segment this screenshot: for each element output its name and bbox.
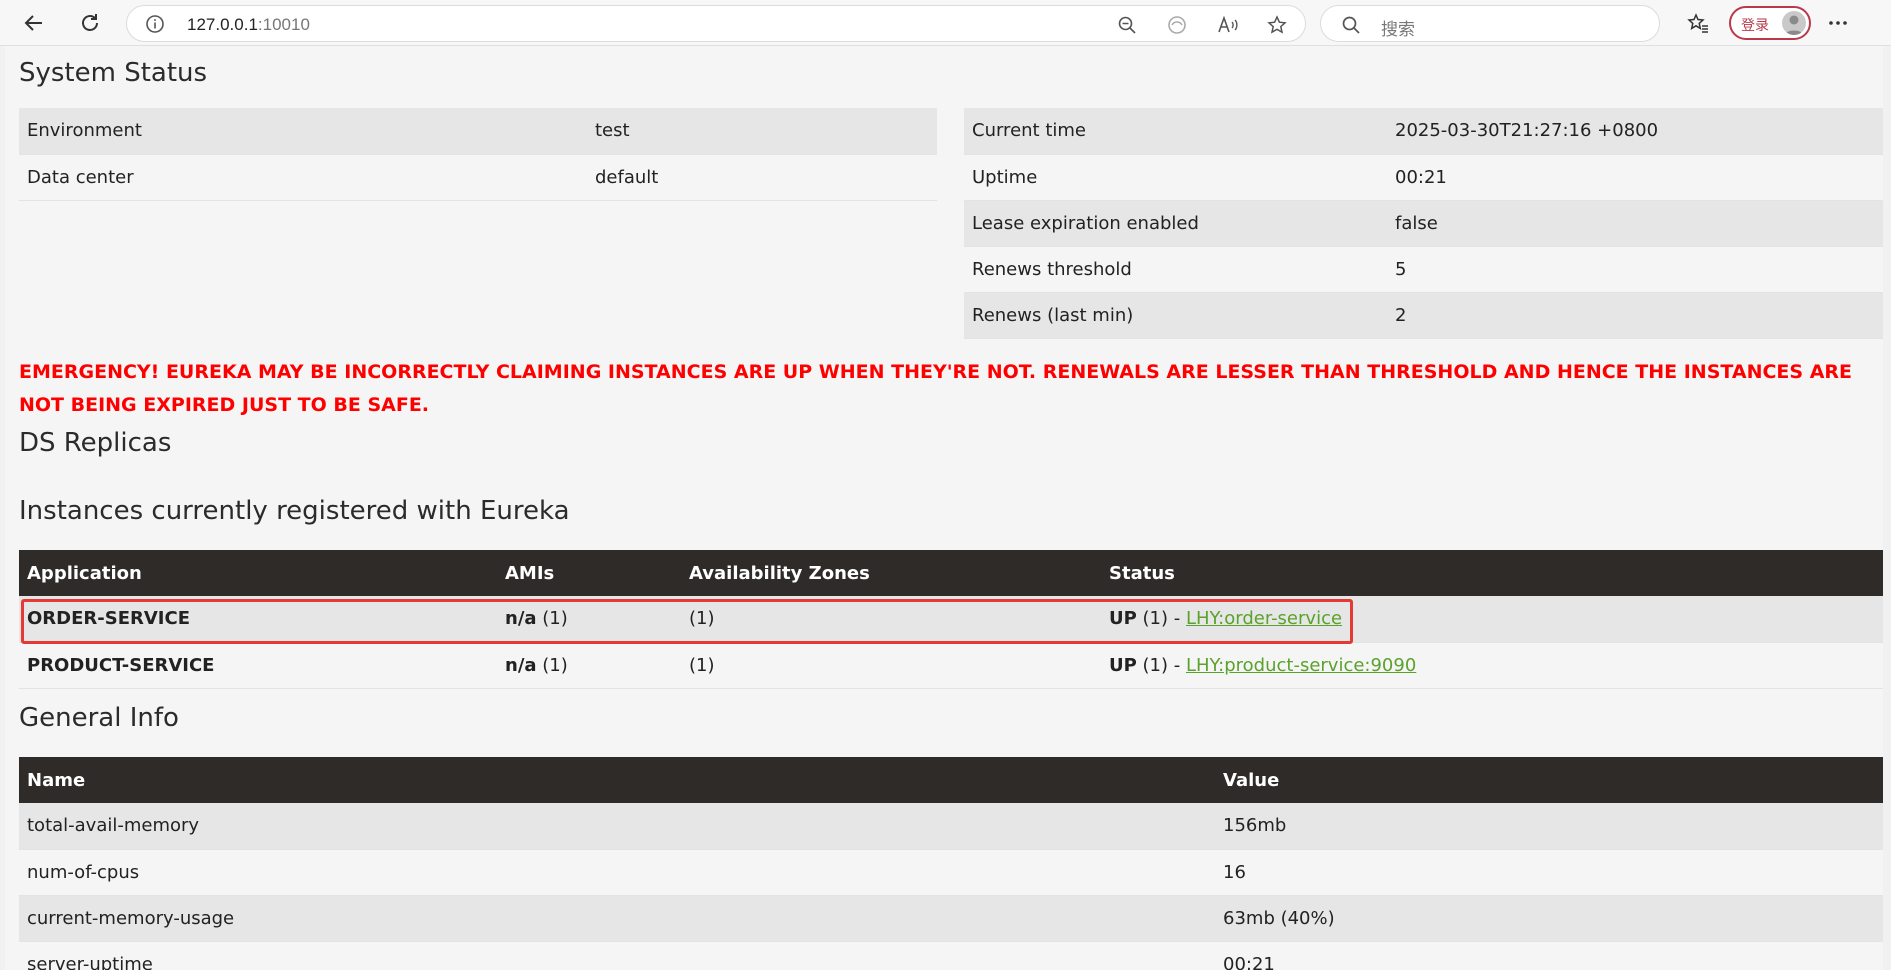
value-cell: 2: [1387, 292, 1883, 339]
name-cell: current-memory-usage: [19, 895, 1215, 942]
name-cell: total-avail-memory: [19, 803, 1215, 850]
value-cell: 5: [1387, 246, 1883, 293]
general-info-table: Name Value total-avail-memory 156mb num-…: [19, 757, 1883, 970]
value-cell: 156mb: [1215, 803, 1883, 850]
login-button[interactable]: 登录: [1729, 6, 1811, 40]
key-cell: Lease expiration enabled: [964, 200, 1387, 247]
column-header: Status: [1101, 550, 1883, 596]
column-header: AMIs: [497, 550, 681, 596]
value-cell: false: [1387, 200, 1883, 247]
table-row: PRODUCT-SERVICE n/a (1) (1) UP (1) - LHY…: [19, 642, 1883, 689]
instance-link-product-service[interactable]: LHY:product-service:9090: [1186, 655, 1416, 676]
instances-heading: Instances currently registered with Eure…: [19, 496, 570, 526]
more-menu-icon[interactable]: [1822, 7, 1854, 39]
value-cell: 00:21: [1387, 154, 1883, 201]
search-placeholder: 搜索: [1381, 20, 1415, 40]
key-cell: Renews (last min): [964, 292, 1387, 339]
application-cell: PRODUCT-SERVICE: [19, 642, 497, 689]
zoom-out-icon[interactable]: [1117, 15, 1137, 35]
table-row: Renews threshold 5: [964, 246, 1883, 293]
system-status-heading: System Status: [19, 58, 208, 88]
column-header: Name: [19, 757, 1215, 803]
back-icon[interactable]: [18, 7, 50, 39]
amis-cell: n/a (1): [497, 642, 681, 689]
favorite-star-icon[interactable]: [1267, 15, 1287, 35]
table-row: Uptime 00:21: [964, 154, 1883, 201]
table-row: Lease expiration enabled false: [964, 200, 1883, 247]
key-cell: Data center: [19, 154, 587, 201]
column-header: Value: [1215, 757, 1883, 803]
system-status-right-table: Current time 2025-03-30T21:27:16 +0800 U…: [964, 108, 1883, 339]
emergency-warning: EMERGENCY! EUREKA MAY BE INCORRECTLY CLA…: [19, 361, 1853, 416]
table-header-row: Application AMIs Availability Zones Stat…: [19, 550, 1883, 596]
table-row: Renews (last min) 2: [964, 292, 1883, 339]
column-header: Application: [19, 550, 497, 596]
table-row: server-uptime 00:21: [19, 941, 1883, 970]
ds-replicas-heading: DS Replicas: [19, 428, 172, 458]
eureka-dashboard: System Status Environment test Data cent…: [5, 46, 1883, 970]
value-cell: 2025-03-30T21:27:16 +0800: [1387, 108, 1883, 155]
key-cell: Current time: [964, 108, 1387, 155]
column-header: Availability Zones: [681, 550, 1101, 596]
key-cell: Uptime: [964, 154, 1387, 201]
browser-toolbar: 127.0.0.1:10010 搜索 登录: [0, 0, 1891, 46]
general-info-heading: General Info: [19, 703, 179, 733]
read-aloud-icon[interactable]: [1217, 15, 1238, 35]
search-icon: [1341, 15, 1361, 39]
key-cell: Environment: [19, 108, 587, 155]
value-cell: 16: [1215, 849, 1883, 896]
translate-icon[interactable]: [1167, 15, 1187, 35]
value-cell: default: [587, 154, 937, 201]
table-header-row: Name Value: [19, 757, 1883, 803]
name-cell: server-uptime: [19, 941, 1215, 970]
highlight-box: [21, 599, 1353, 644]
table-row: Environment test: [19, 108, 937, 155]
value-cell: 63mb (40%): [1215, 895, 1883, 942]
refresh-icon[interactable]: [74, 7, 106, 39]
table-row: Current time 2025-03-30T21:27:16 +0800: [964, 108, 1883, 155]
status-cell: UP (1) - LHY:product-service:9090: [1101, 642, 1883, 689]
system-status-left-table: Environment test Data center default: [19, 108, 937, 201]
zones-cell: (1): [681, 642, 1101, 689]
favorites-icon[interactable]: [1682, 7, 1714, 39]
key-cell: Renews threshold: [964, 246, 1387, 293]
table-row: num-of-cpus 16: [19, 849, 1883, 896]
browser-search-box[interactable]: 搜索: [1320, 5, 1660, 42]
value-cell: test: [587, 108, 937, 155]
name-cell: num-of-cpus: [19, 849, 1215, 896]
table-row: Data center default: [19, 154, 937, 201]
avatar: [1782, 11, 1806, 35]
url-text: 127.0.0.1:10010: [187, 15, 310, 34]
table-row: total-avail-memory 156mb: [19, 803, 1883, 850]
address-bar[interactable]: 127.0.0.1:10010: [126, 5, 1306, 42]
site-info-icon[interactable]: [145, 14, 165, 38]
value-cell: 00:21: [1215, 941, 1883, 970]
table-row: current-memory-usage 63mb (40%): [19, 895, 1883, 942]
